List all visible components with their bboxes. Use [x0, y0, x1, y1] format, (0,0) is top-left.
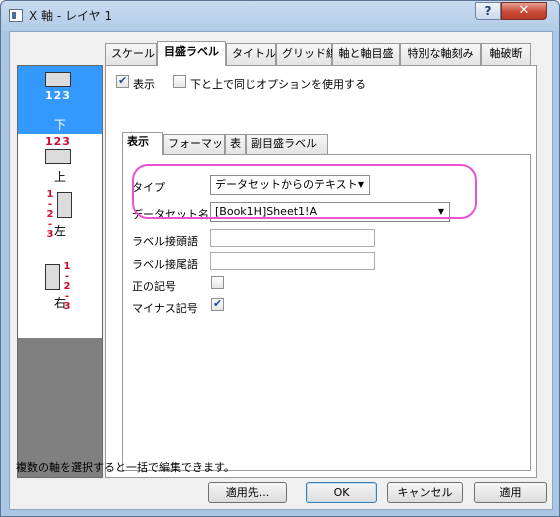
bottom-axis-icon	[45, 72, 71, 87]
tab-title[interactable]: タイトル	[226, 43, 276, 65]
chevron-down-icon: ▼	[357, 180, 364, 189]
axis-list-panel: 123 下 123 上 1-2-3 左 1-2-3 右	[17, 65, 103, 478]
show-checkbox[interactable]	[116, 74, 129, 88]
type-dropdown-value: データセットからのテキスト	[215, 178, 358, 191]
axis-item-right[interactable]: 1-2-3 右	[18, 262, 102, 338]
apply-button[interactable]: 適用	[474, 482, 547, 503]
axis-item-label: 左	[53, 224, 66, 238]
axis-list: 123 下 123 上 1-2-3 左 1-2-3 右	[18, 66, 102, 338]
tab-scale[interactable]: スケール	[105, 43, 157, 65]
axis-item-bottom[interactable]: 123 下	[18, 66, 102, 134]
subtab-minor-labels[interactable]: 副目盛ラベル	[246, 134, 328, 154]
dialog-client-area: 123 下 123 上 1-2-3 左 1-2-3 右 スケール 目盛ラベル タ…	[9, 31, 553, 510]
subtab-format[interactable]: フォーマット	[163, 134, 234, 154]
axis-item-left[interactable]: 1-2-3 左	[18, 190, 102, 270]
top-axis-icon	[45, 149, 71, 164]
axis-item-label: 右	[53, 296, 66, 310]
right-axis-icon	[45, 264, 60, 290]
help-button[interactable]: ?	[475, 2, 501, 20]
dataset-label: データセット名	[132, 208, 209, 221]
axis-item-label: 上	[53, 170, 66, 184]
tab-axis-break[interactable]: 軸破断	[481, 43, 531, 65]
suffix-label: ラベル接尾語	[132, 258, 198, 271]
prefix-label: ラベル接頭語	[132, 235, 198, 248]
minus-sign-checkbox[interactable]	[211, 297, 224, 311]
suffix-input[interactable]	[210, 252, 375, 270]
window-title: X 軸 - レイヤ 1	[29, 9, 113, 23]
cancel-button[interactable]: キャンセル	[387, 482, 463, 503]
tab-grid-lines[interactable]: グリッド線	[276, 43, 337, 65]
show-label: 表示	[133, 78, 155, 91]
chevron-down-icon: ▼	[437, 207, 444, 216]
subtab-display[interactable]: 表示	[122, 132, 163, 155]
dialog-window: X 軸 - レイヤ 1 ? ✕ 123 下 123 上 1-2-3 左 1 - …	[0, 0, 560, 517]
ok-button[interactable]: OK	[306, 482, 377, 503]
tab-tick-labels[interactable]: 目盛ラベル	[157, 41, 226, 66]
type-dropdown[interactable]: データセットからのテキスト ▼	[210, 175, 370, 195]
axis-numbers: 123	[45, 89, 71, 102]
apply-to-button[interactable]: 適用先...	[208, 482, 287, 503]
minus-sign-label: マイナス記号	[132, 302, 198, 315]
left-axis-icon	[57, 192, 72, 218]
window-icon	[9, 9, 23, 22]
title-bar[interactable]: X 軸 - レイヤ 1 ? ✕	[1, 1, 559, 31]
plus-sign-label: 正の記号	[132, 280, 176, 293]
close-button[interactable]: ✕	[501, 2, 547, 20]
dataset-dropdown[interactable]: [Book1H]Sheet1!A ▼	[210, 202, 450, 222]
type-label: タイプ	[132, 181, 165, 194]
plus-sign-checkbox[interactable]	[211, 276, 224, 289]
tick-labels-panel: 表示 下と上で同じオプションを使用する 表示 フォーマット 表 副目盛ラベル タ…	[105, 65, 537, 478]
tab-special-ticks[interactable]: 特別な軸刻み	[400, 43, 481, 65]
status-text: 複数の軸を選択すると一括で編集できます。	[16, 461, 235, 474]
tab-axis-ticks[interactable]: 軸と軸目盛	[332, 43, 400, 65]
same-options-label: 下と上で同じオプションを使用する	[190, 78, 366, 91]
subtab-table[interactable]: 表	[225, 134, 246, 154]
axis-numbers: 123	[45, 135, 71, 148]
display-settings-panel: タイプ データセットからのテキスト ▼ データセット名 [Book1H]Shee…	[122, 154, 531, 471]
prefix-input[interactable]	[210, 229, 375, 247]
axis-item-label: 下	[53, 118, 66, 132]
same-options-checkbox[interactable]	[173, 75, 186, 88]
dataset-dropdown-value: [Book1H]Sheet1!A	[215, 205, 317, 218]
